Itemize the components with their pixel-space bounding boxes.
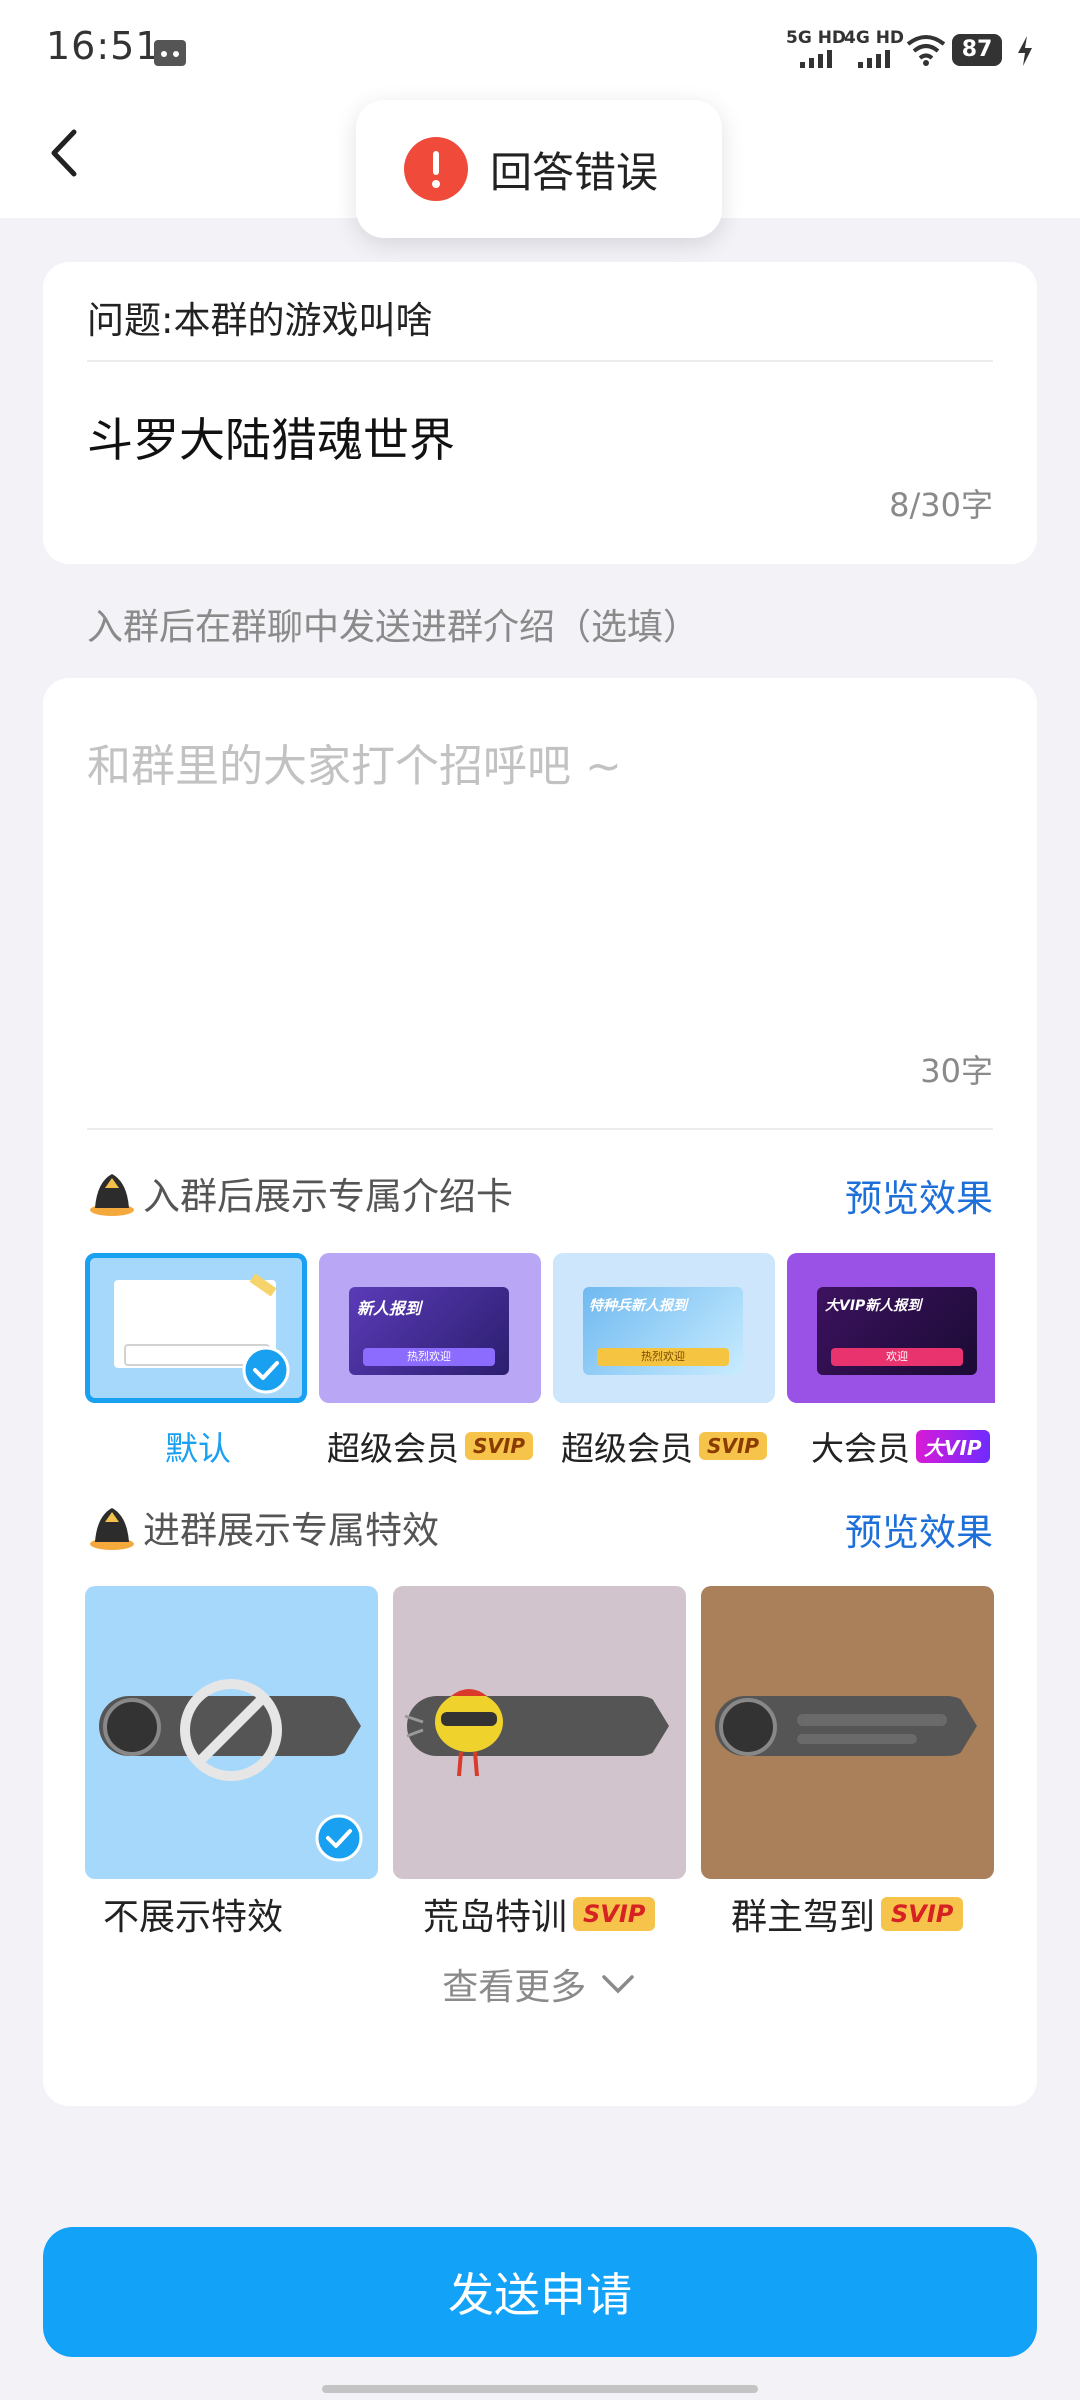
intro-card-option-svip-1[interactable]: 新人报到 热烈欢迎 [319,1253,541,1403]
intro-card-option-default[interactable] [85,1253,307,1403]
chevron-down-icon [601,1975,634,1994]
signal-bars-icon [800,50,832,68]
card-button-text: 热烈欢迎 [363,1348,495,1366]
option-label-text: 超级会员 [561,1429,693,1468]
effect-option-owner[interactable] [701,1586,994,1879]
option-label-text: 荒岛特训 [423,1897,568,1938]
vip-badge: 大VIP [916,1429,990,1463]
intro-card-option-label: 超级会员 SVIP [561,1422,767,1470]
back-arrow-icon[interactable] [32,118,102,188]
svip-badge: SVIP [881,1897,964,1931]
intro-card-preview-link[interactable]: 预览效果 [845,1168,993,1222]
effect-option-island[interactable] [393,1586,686,1879]
selected-check-icon [242,1346,290,1394]
crown-icon [90,1508,134,1550]
toast-message: 回答错误 [490,147,659,197]
intro-card: 和群里的大家打个招呼吧 ~ 30字 入群后展示专属介绍卡 预览效果 新人报到 热… [43,678,1037,2106]
card-banner-text: 大VIP新人报到 [825,1298,922,1314]
effect-title-text: 进群展示专属特效 [143,1509,439,1552]
intro-textarea[interactable]: 和群里的大家打个招呼吧 ~ [87,730,622,794]
error-icon [404,137,468,201]
question-label: 问题:本群的游戏叫啥 [87,299,433,342]
effect-option-label: 荒岛特训 SVIP [423,1888,656,1940]
status-bar: 16:51 5G HD 4G HD 87 [0,0,1080,100]
card-banner-text: 特种兵新人报到 [589,1298,687,1314]
effect-option-label: 群主驾到 SVIP [731,1888,964,1940]
no-effect-icon [180,1679,282,1781]
battery-indicator: 87 [952,34,1002,66]
duck-character-icon [404,1689,503,1777]
see-more-text: 查看更多 [442,1967,587,2008]
svip-badge: SVIP [465,1432,533,1460]
status-time: 16:51 [46,24,161,68]
intro-card-option-label: 大会员 大VIP [811,1422,990,1470]
intro-hint: 入群后在群聊中发送进群介绍（选填） [87,607,700,648]
effect-preview-link[interactable]: 预览效果 [845,1502,993,1556]
option-label-text: 群主驾到 [731,1897,876,1938]
card-button-text: 欢迎 [831,1348,963,1366]
effect-option-none[interactable] [85,1586,378,1879]
answer-input[interactable]: 斗罗大陆猎魂世界 [87,404,455,470]
network-5g-label: 5G HD [786,28,847,48]
avatar [103,1698,161,1756]
intro-card-option-svip-2[interactable]: 特种兵新人报到 热烈欢迎 [553,1253,775,1403]
intro-card-section-title: 入群后展示专属介绍卡 [87,1166,513,1220]
avatar [719,1698,777,1756]
intro-char-counter: 30字 [920,1052,993,1090]
card-button-text: 热烈欢迎 [597,1348,729,1366]
game-controller-icon [154,40,186,66]
option-label-text: 超级会员 [327,1429,459,1468]
crown-icon [90,1174,134,1216]
effect-section-title: 进群展示专属特效 [87,1500,439,1554]
network-4g-label: 4G HD [844,28,905,48]
card-banner-text: 新人报到 [357,1299,422,1318]
intro-card-option-label: 超级会员 SVIP [327,1422,533,1470]
wifi-icon [906,35,946,66]
error-toast: 回答错误 [356,100,722,238]
question-card: 问题:本群的游戏叫啥 斗罗大陆猎魂世界 8/30字 [43,262,1037,564]
answer-char-counter: 8/30字 [889,486,993,524]
effect-option-label: 不展示特效 [103,1897,284,1938]
selected-check-icon [315,1814,363,1862]
see-more-button[interactable]: 查看更多 [43,1958,1037,2010]
divider [87,360,993,362]
vip-badge-text: VIP [944,1435,982,1460]
intro-card-title-text: 入群后展示专属介绍卡 [143,1175,513,1218]
send-request-button[interactable]: 发送申请 [43,2227,1037,2357]
option-label-text: 大会员 [811,1429,910,1468]
charging-icon [1018,36,1032,66]
svip-badge: SVIP [573,1897,656,1931]
signal-bars-icon-2 [858,50,890,68]
placeholder-line [797,1734,917,1744]
intro-card-option-label: 默认 [165,1429,231,1468]
svip-badge: SVIP [699,1432,767,1460]
home-indicator[interactable] [322,2385,758,2393]
intro-card-option-vip[interactable]: 大VIP新人报到 欢迎 [787,1253,995,1403]
placeholder-line [797,1714,947,1726]
divider [87,1128,993,1130]
